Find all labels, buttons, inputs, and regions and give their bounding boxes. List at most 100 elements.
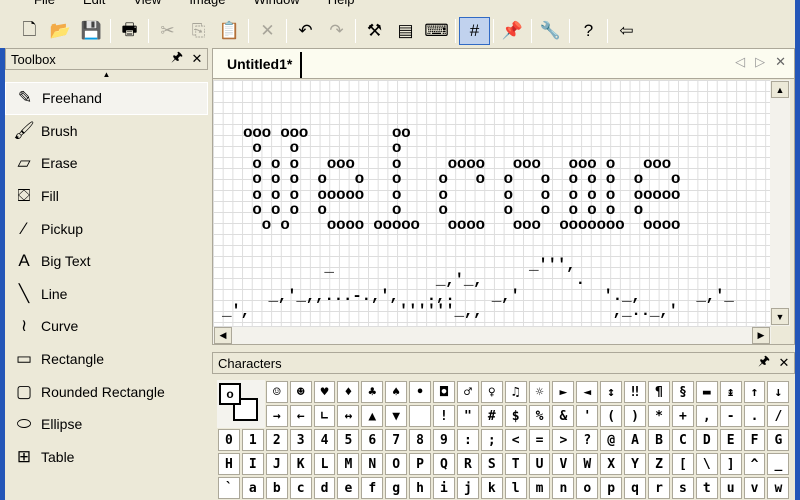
character-cell[interactable]: m: [528, 477, 551, 499]
scroll-up-button[interactable]: ▲: [771, 81, 789, 98]
character-cell[interactable]: #: [480, 405, 503, 427]
vertical-scrollbar[interactable]: ▲ ▼: [770, 80, 790, 326]
character-cell[interactable]: o: [576, 477, 599, 499]
tool-big-text[interactable]: A Big Text: [5, 245, 208, 278]
open-icon[interactable]: 📂: [45, 17, 76, 45]
character-cell[interactable]: 7: [385, 429, 408, 451]
character-cell[interactable]: r: [648, 477, 670, 499]
grid-icon[interactable]: #: [459, 17, 490, 45]
character-cell[interactable]: q: [624, 477, 647, 499]
menu-window[interactable]: Window: [239, 0, 313, 10]
character-cell[interactable]: e: [337, 477, 360, 499]
character-cell[interactable]: H: [218, 453, 240, 475]
character-cell[interactable]: a: [241, 477, 264, 499]
character-cell[interactable]: ▬: [695, 381, 718, 403]
character-cell[interactable]: l: [504, 477, 527, 499]
character-cell[interactable]: T: [504, 453, 527, 475]
character-cell[interactable]: h: [409, 477, 432, 499]
character-cell[interactable]: ◘: [433, 381, 455, 403]
character-cell[interactable]: *: [648, 405, 670, 427]
character-cell[interactable]: ←: [289, 405, 312, 427]
character-cell[interactable]: •: [409, 381, 432, 403]
properties-icon[interactable]: ▤: [390, 17, 421, 45]
tab-prev-icon[interactable]: ◁: [735, 54, 745, 70]
character-cell[interactable]: W: [576, 453, 599, 475]
tool-fill[interactable]: ⛋ Fill: [5, 180, 208, 213]
pin-icon[interactable]: 🖈: [754, 352, 774, 374]
character-cell[interactable]: [: [671, 453, 694, 475]
character-cell[interactable]: <: [504, 429, 527, 451]
character-cell[interactable]: +: [671, 405, 694, 427]
character-cell[interactable]: ": [456, 405, 479, 427]
character-cell[interactable]: t: [695, 477, 718, 499]
character-cell[interactable]: c: [289, 477, 312, 499]
character-cell[interactable]: K: [289, 453, 312, 475]
character-cell[interactable]: @: [600, 429, 623, 451]
character-cell[interactable]: ;: [480, 429, 503, 451]
character-cell[interactable]: A: [624, 429, 647, 451]
character-cell[interactable]: >: [552, 429, 575, 451]
character-cell[interactable]: 8: [409, 429, 432, 451]
character-cell[interactable]: D: [695, 429, 718, 451]
character-cell[interactable]: g: [385, 477, 408, 499]
pin-icon[interactable]: 📌: [497, 17, 528, 45]
character-cell[interactable]: [409, 405, 432, 427]
character-cell[interactable]: f: [361, 477, 384, 499]
character-cell[interactable]: s: [671, 477, 694, 499]
tool-freehand[interactable]: ✎ Freehand: [5, 82, 208, 115]
character-cell[interactable]: ▼: [385, 405, 408, 427]
character-cell[interactable]: 9: [433, 429, 455, 451]
tool-line[interactable]: ╲ Line: [5, 278, 208, 311]
character-cell[interactable]: .: [743, 405, 766, 427]
character-cell[interactable]: %: [528, 405, 551, 427]
character-cell[interactable]: Q: [433, 453, 455, 475]
character-cell[interactable]: O: [385, 453, 408, 475]
character-cell[interactable]: /: [767, 405, 790, 427]
character-cell[interactable]: p: [600, 477, 623, 499]
character-cell[interactable]: ¶: [648, 381, 670, 403]
character-cell[interactable]: ☼: [528, 381, 551, 403]
character-cell[interactable]: L: [313, 453, 336, 475]
character-cell[interactable]: ♠: [385, 381, 408, 403]
tool-table[interactable]: ⊞ Table: [5, 441, 208, 474]
scroll-right-button[interactable]: ▶: [752, 327, 770, 344]
tool-erase[interactable]: ▱ Erase: [5, 147, 208, 180]
character-cell[interactable]: →: [265, 405, 288, 427]
pin-icon[interactable]: 🖈: [167, 48, 187, 70]
menu-help[interactable]: Help: [314, 0, 369, 10]
character-cell[interactable]: I: [241, 453, 264, 475]
menu-file[interactable]: File: [20, 0, 69, 10]
new-icon[interactable]: 🗋: [14, 17, 45, 45]
cut-icon[interactable]: ✂: [152, 17, 183, 45]
character-cell[interactable]: =: [528, 429, 551, 451]
print-icon[interactable]: 🖶: [114, 17, 145, 45]
character-cell[interactable]: §: [671, 381, 694, 403]
character-cell[interactable]: ☺: [265, 381, 288, 403]
close-icon[interactable]: ✕: [774, 355, 794, 371]
character-cell[interactable]: ^: [743, 453, 766, 475]
keyboard-icon[interactable]: ⌨: [421, 17, 452, 45]
character-cell[interactable]: ): [624, 405, 647, 427]
character-cell[interactable]: M: [337, 453, 360, 475]
character-cell[interactable]: ‼: [624, 381, 647, 403]
character-cell[interactable]: ,: [695, 405, 718, 427]
character-cell[interactable]: v: [743, 477, 766, 499]
character-cell[interactable]: k: [480, 477, 503, 499]
tool-rounded-rectangle[interactable]: ▢ Rounded Rectangle: [5, 375, 208, 408]
character-cell[interactable]: n: [552, 477, 575, 499]
character-cell[interactable]: X: [600, 453, 623, 475]
character-cell[interactable]: S: [480, 453, 503, 475]
character-cell[interactable]: ►: [552, 381, 575, 403]
character-cell[interactable]: $: [504, 405, 527, 427]
character-cell[interactable]: ↓: [767, 381, 790, 403]
character-cell[interactable]: 0: [218, 429, 240, 451]
tools-icon[interactable]: ⚒: [359, 17, 390, 45]
character-cell[interactable]: 3: [289, 429, 312, 451]
save-icon[interactable]: 💾: [76, 17, 107, 45]
character-cell[interactable]: ☻: [289, 381, 312, 403]
paste-icon[interactable]: 📋: [214, 17, 245, 45]
tab-close-icon[interactable]: ✕: [775, 54, 786, 70]
scroll-up-icon[interactable]: ▲: [5, 70, 208, 82]
tab-next-icon[interactable]: ▷: [755, 54, 765, 70]
character-cell[interactable]: u: [719, 477, 742, 499]
